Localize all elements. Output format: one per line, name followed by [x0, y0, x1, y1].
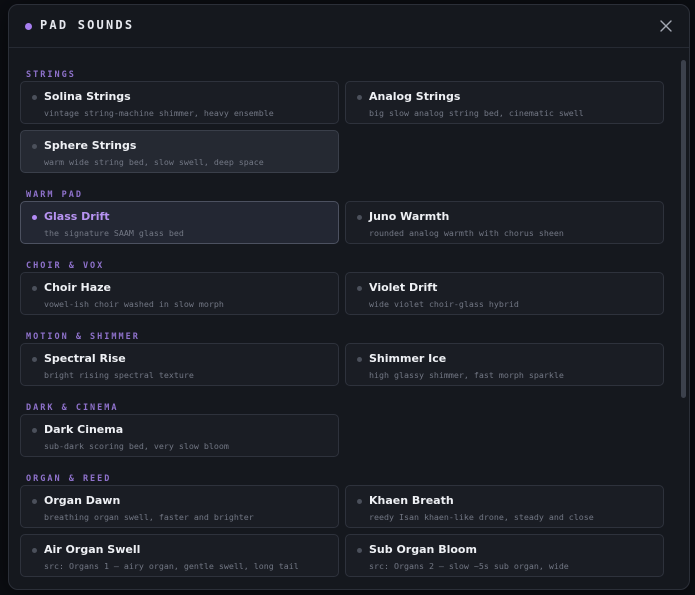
sound-description: src: Organs 1 — airy organ, gentle swell… — [44, 561, 299, 571]
sound-name: Air Organ Swell — [44, 543, 141, 556]
status-dot-icon — [32, 144, 37, 149]
sound-name: Violet Drift — [369, 281, 438, 294]
sound-name: Sphere Strings — [44, 139, 137, 152]
sound-name: Solina Strings — [44, 90, 131, 103]
sound-card[interactable]: Organ Dawn breathing organ swell, faster … — [20, 485, 339, 528]
sound-card[interactable]: Juno Warmth rounded analog warmth with ch… — [345, 201, 664, 244]
sound-name: Analog Strings — [369, 90, 461, 103]
status-dot-icon — [32, 499, 37, 504]
status-dot-icon — [357, 215, 362, 220]
status-dot-icon — [357, 548, 362, 553]
sound-description: vowel-ish choir washed in slow morph — [44, 299, 224, 309]
status-dot-icon — [357, 286, 362, 291]
section-label: DARK & CINEMA — [26, 403, 119, 413]
sound-card[interactable]: Sphere Strings warm wide string bed, slow… — [20, 130, 339, 173]
pad-sounds-dialog: PAD SOUNDS STRINGS Solina Strings vintage … — [8, 4, 690, 590]
sound-name: Organ Dawn — [44, 494, 121, 507]
sound-card[interactable]: Analog Strings big slow analog string bed… — [345, 81, 664, 124]
section-label: CHOIR & VOX — [26, 261, 105, 271]
section-label: ORGAN & REED — [26, 474, 112, 484]
dialog-title: PAD SOUNDS — [40, 18, 135, 32]
sound-card[interactable]: Air Organ Swell src: Organs 1 — airy orga… — [20, 534, 339, 577]
status-dot-icon — [32, 357, 37, 362]
sound-card[interactable]: Choir Haze vowel-ish choir washed in slow… — [20, 272, 339, 315]
sound-description: rounded analog warmth with chorus sheen — [369, 228, 564, 238]
sound-card[interactable]: Shimmer Ice high glassy shimmer, fast mor… — [345, 343, 664, 386]
status-dot-icon — [32, 215, 37, 220]
title-dot-icon — [25, 23, 32, 30]
sound-card[interactable]: Solina Strings vintage string-machine shi… — [20, 81, 339, 124]
sound-name: Juno Warmth — [369, 210, 450, 223]
status-dot-icon — [32, 548, 37, 553]
status-dot-icon — [357, 95, 362, 100]
sound-description: the signature SAAM glass bed — [44, 228, 184, 238]
sound-description: warm wide string bed, slow swell, deep s… — [44, 157, 264, 167]
sound-description: wide violet choir-glass hybrid — [369, 299, 519, 309]
sound-card[interactable]: Spectral Rise bright rising spectral text… — [20, 343, 339, 386]
sound-name: Dark Cinema — [44, 423, 124, 436]
sound-description: bright rising spectral texture — [44, 370, 194, 380]
sound-card[interactable]: Glass Drift the signature SAAM glass bed — [20, 201, 339, 244]
sound-description: reedy Isan khaen-like drone, steady and … — [369, 512, 594, 522]
sound-card[interactable]: Sub Organ Bloom src: Organs 2 — slow ~5s … — [345, 534, 664, 577]
section-label: STRINGS — [26, 70, 76, 80]
sound-list: STRINGS Solina Strings vintage string-mach… — [9, 48, 689, 589]
scrollbar-thumb[interactable] — [681, 60, 686, 398]
sound-card[interactable]: Dark Cinema sub-dark scoring bed, very sl… — [20, 414, 339, 457]
sound-description: breathing organ swell, faster and bright… — [44, 512, 254, 522]
sound-description: vintage string-machine shimmer, heavy en… — [44, 108, 274, 118]
sound-description: high glassy shimmer, fast morph sparkle — [369, 370, 564, 380]
sound-name: Sub Organ Bloom — [369, 543, 477, 556]
sound-card[interactable]: Violet Drift wide violet choir-glass hybr… — [345, 272, 664, 315]
status-dot-icon — [32, 95, 37, 100]
sound-card[interactable]: Khaen Breath reedy Isan khaen-like drone,… — [345, 485, 664, 528]
close-icon — [660, 20, 672, 32]
status-dot-icon — [357, 499, 362, 504]
sound-description: big slow analog string bed, cinematic sw… — [369, 108, 584, 118]
close-button[interactable] — [657, 17, 675, 35]
dialog-header: PAD SOUNDS — [9, 5, 689, 48]
sound-name: Spectral Rise — [44, 352, 126, 365]
sound-name: Khaen Breath — [369, 494, 454, 507]
section-label: MOTION & SHIMMER — [26, 332, 140, 342]
sound-description: sub-dark scoring bed, very slow bloom — [44, 441, 229, 451]
sound-name: Choir Haze — [44, 281, 111, 294]
sound-name: Shimmer Ice — [369, 352, 447, 365]
section-label: WARM PAD — [26, 190, 83, 200]
status-dot-icon — [32, 428, 37, 433]
sound-name: Glass Drift — [44, 210, 110, 223]
status-dot-icon — [357, 357, 362, 362]
sound-description: src: Organs 2 — slow ~5s sub organ, wide — [369, 561, 569, 571]
status-dot-icon — [32, 286, 37, 291]
